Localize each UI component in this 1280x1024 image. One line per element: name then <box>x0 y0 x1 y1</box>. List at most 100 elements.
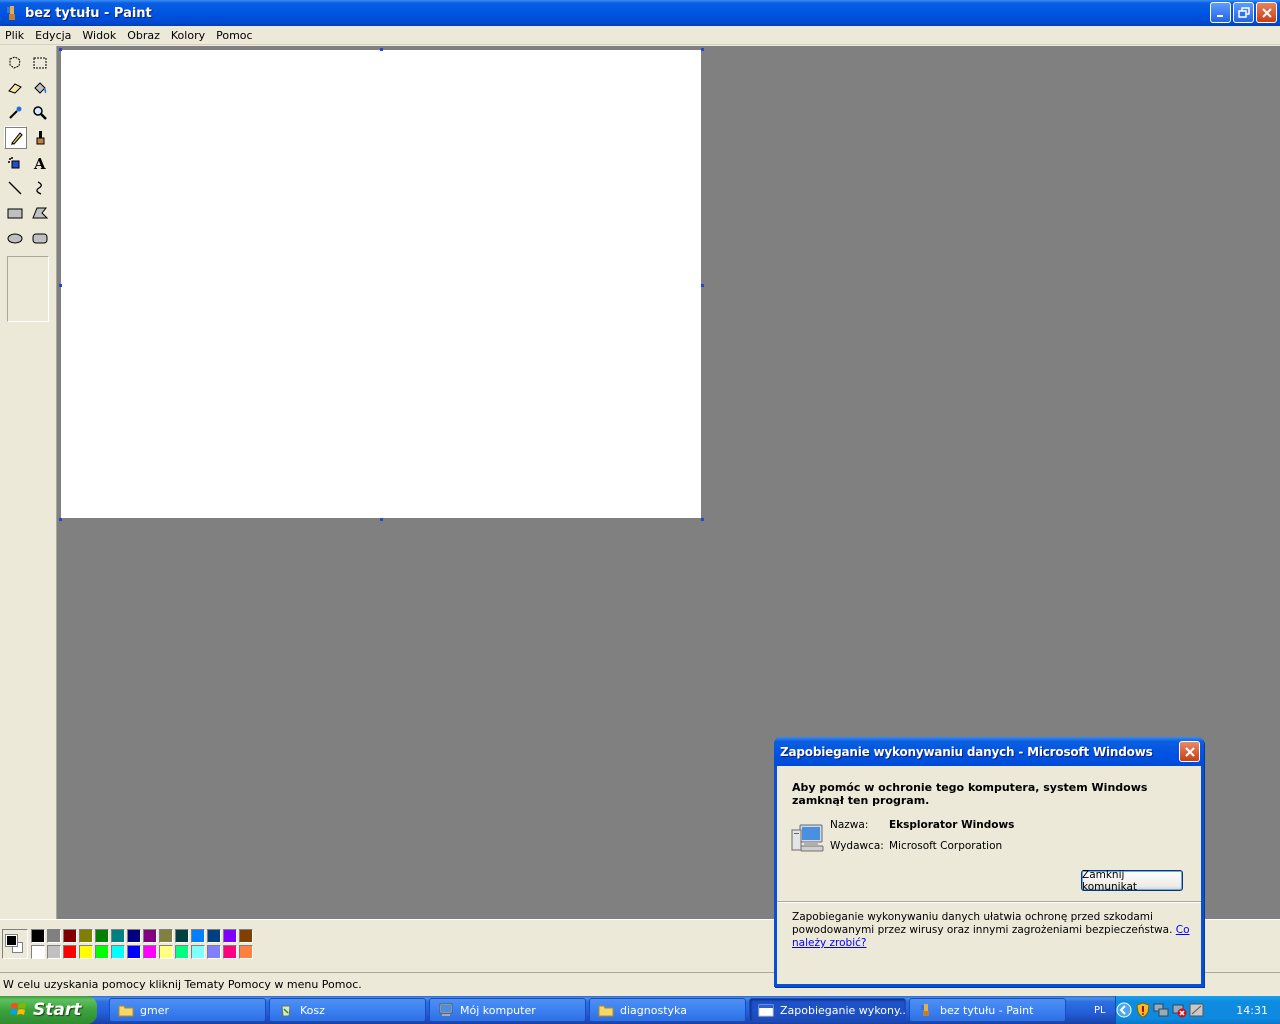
palette-swatch[interactable] <box>47 929 61 943</box>
eyedropper-icon[interactable] <box>3 101 26 124</box>
foreground-color <box>5 934 18 947</box>
palette-swatch[interactable] <box>111 945 125 959</box>
palette-swatch[interactable] <box>159 929 173 943</box>
pencil-icon[interactable] <box>4 126 27 149</box>
line-icon[interactable] <box>3 176 26 199</box>
menu-view[interactable]: Widok <box>77 29 122 42</box>
palette-swatch[interactable] <box>239 929 253 943</box>
eraser-icon[interactable] <box>3 76 26 99</box>
palette-swatch[interactable] <box>143 945 157 959</box>
menu-help[interactable]: Pomoc <box>211 29 258 42</box>
palette-swatch[interactable] <box>31 945 45 959</box>
toolbox: A <box>0 46 57 919</box>
palette-swatch[interactable] <box>191 929 205 943</box>
taskbar-item-paint[interactable]: bez tytułu - Paint <box>909 998 1066 1022</box>
restore-button[interactable] <box>1233 2 1254 23</box>
minimize-button[interactable] <box>1210 2 1231 23</box>
palette-swatch[interactable] <box>47 945 61 959</box>
taskbar-item-diagnostyka[interactable]: diagnostyka <box>589 998 746 1022</box>
palette-swatch[interactable] <box>175 945 189 959</box>
palette-swatch[interactable] <box>239 945 253 959</box>
network-disconnected-icon[interactable] <box>1171 1002 1187 1018</box>
window-icon <box>758 1003 774 1017</box>
start-label: Start <box>33 1000 82 1020</box>
security-shield-icon[interactable] <box>1135 1002 1151 1018</box>
free-form-select-icon[interactable] <box>3 51 26 74</box>
palette-swatch[interactable] <box>175 929 189 943</box>
canvas-resize-handle-bottom[interactable] <box>380 518 383 521</box>
canvas-handle <box>59 48 62 51</box>
dialog-title-bar[interactable]: Zapobieganie wykonywaniu danych - Micros… <box>774 737 1204 766</box>
name-value: Eksplorator Windows <box>889 819 1015 831</box>
rectangle-icon[interactable] <box>3 201 26 224</box>
palette-swatch[interactable] <box>207 945 221 959</box>
signal-icon[interactable] <box>1189 1002 1205 1018</box>
windows-logo-icon <box>10 1003 26 1015</box>
rounded-rectangle-icon[interactable] <box>28 226 51 249</box>
palette-swatch[interactable] <box>95 945 109 959</box>
computer-icon <box>791 822 827 854</box>
close-button[interactable] <box>1256 2 1277 23</box>
palette-swatch[interactable] <box>223 945 237 959</box>
menu-file[interactable]: Plik <box>0 29 30 42</box>
palette-swatch[interactable] <box>127 929 141 943</box>
curve-icon[interactable] <box>28 176 51 199</box>
airbrush-icon[interactable] <box>3 151 26 174</box>
show-hidden-icons-button[interactable] <box>1116 1002 1132 1018</box>
palette-swatch[interactable] <box>79 945 93 959</box>
task-label: Kosz <box>300 1003 325 1017</box>
title-bar[interactable]: bez tytułu - Paint <box>0 0 1280 26</box>
rect-select-icon[interactable] <box>28 51 51 74</box>
palette-swatch[interactable] <box>79 929 93 943</box>
menu-edit[interactable]: Edycja <box>30 29 77 42</box>
footer-text: Zapobieganie wykonywaniu danych ułatwia … <box>792 911 1173 936</box>
name-label: Nazwa: <box>830 819 869 831</box>
palette-swatch[interactable] <box>207 929 221 943</box>
publisher-value: Microsoft Corporation <box>889 840 1003 852</box>
close-message-button[interactable]: Zamknij komunikat <box>1081 869 1183 893</box>
recycle-bin-icon <box>278 1003 294 1017</box>
drawing-canvas[interactable] <box>61 50 701 518</box>
canvas-handle <box>59 284 62 287</box>
taskbar-item-dep-dialog[interactable]: Zapobieganie wykony... <box>749 998 906 1022</box>
network-icon[interactable] <box>1153 1002 1169 1018</box>
palette-swatch[interactable] <box>127 945 141 959</box>
text-icon[interactable]: A <box>28 151 51 174</box>
menu-colors[interactable]: Kolory <box>166 29 211 42</box>
current-colors[interactable] <box>2 929 28 959</box>
canvas-handle <box>59 518 62 521</box>
palette-swatch[interactable] <box>95 929 109 943</box>
palette-swatch[interactable] <box>111 929 125 943</box>
taskbar-item-my-computer[interactable]: Mój komputer <box>429 998 586 1022</box>
canvas-handle <box>701 48 704 51</box>
dialog-close-button[interactable] <box>1179 741 1200 762</box>
dep-dialog: Zapobieganie wykonywaniu danych - Micros… <box>774 737 1204 987</box>
svg-text:A: A <box>33 155 46 171</box>
palette-swatch[interactable] <box>191 945 205 959</box>
dialog-heading: Aby pomóc w ochronie tego komputera, sys… <box>792 781 1148 807</box>
brush-icon[interactable] <box>28 126 51 149</box>
palette-swatch[interactable] <box>31 929 45 943</box>
canvas-resize-handle-corner[interactable] <box>701 518 704 521</box>
canvas-handle <box>380 48 383 51</box>
language-indicator[interactable]: PL <box>1094 1005 1106 1016</box>
taskbar-item-kosz[interactable]: Kosz <box>269 998 426 1022</box>
palette-swatch[interactable] <box>63 945 77 959</box>
palette-swatch[interactable] <box>223 929 237 943</box>
palette-swatch[interactable] <box>159 945 173 959</box>
taskbar-item-gmer[interactable]: gmer <box>109 998 266 1022</box>
fill-bucket-icon[interactable] <box>28 76 51 99</box>
magnifier-icon[interactable] <box>28 101 51 124</box>
paint-app-icon[interactable] <box>4 5 20 21</box>
ellipse-icon[interactable] <box>3 226 26 249</box>
palette-swatch[interactable] <box>143 929 157 943</box>
start-button[interactable]: Start <box>0 996 97 1024</box>
polygon-icon[interactable] <box>28 201 51 224</box>
canvas-resize-handle-right[interactable] <box>701 284 704 287</box>
menu-image[interactable]: Obraz <box>122 29 166 42</box>
tool-options-box[interactable] <box>7 256 49 322</box>
palette-swatch[interactable] <box>63 929 77 943</box>
clock[interactable]: 14:31 <box>1236 1004 1268 1017</box>
close-icon <box>1184 746 1195 757</box>
task-label: gmer <box>140 1003 169 1017</box>
